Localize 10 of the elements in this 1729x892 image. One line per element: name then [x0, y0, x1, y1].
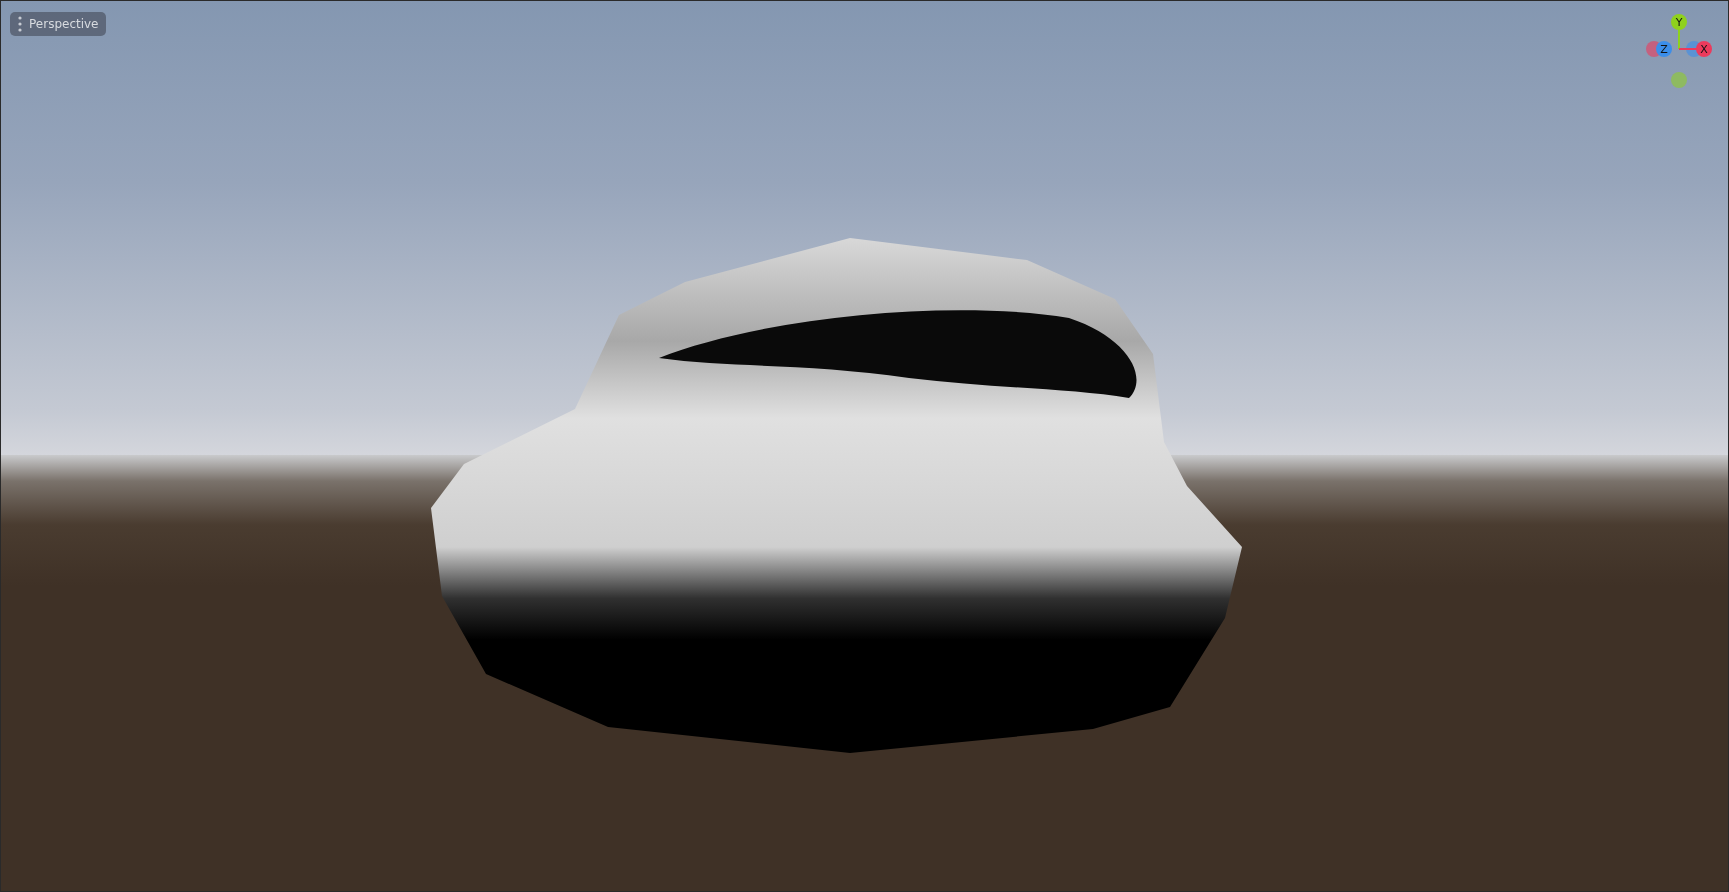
- kebab-icon: [18, 16, 22, 32]
- view-menu-button[interactable]: Perspective: [10, 12, 106, 36]
- negative-axis-handle[interactable]: [1671, 72, 1687, 88]
- axis-label: X: [1700, 43, 1708, 56]
- 3d-viewport[interactable]: Perspective Y Z X: [1, 1, 1728, 891]
- axis-handle[interactable]: [1656, 41, 1672, 57]
- axis-label: Z: [1660, 43, 1668, 56]
- axis-label: Y: [1675, 16, 1683, 29]
- axis-handle[interactable]: [1671, 14, 1687, 30]
- axis-handle[interactable]: [1696, 41, 1712, 57]
